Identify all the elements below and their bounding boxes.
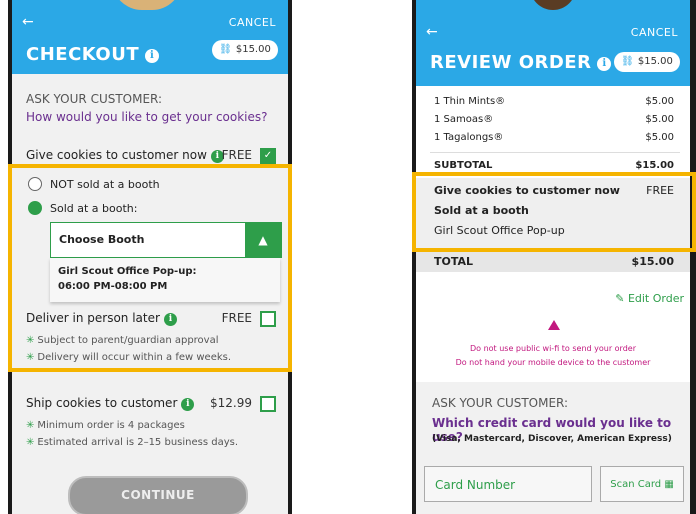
cart-button[interactable]: ⛓ $15.00 — [614, 52, 680, 72]
ask-label: ASK YOUR CUSTOMER: — [26, 92, 163, 106]
order-line: 1 Samoas® $5.00 — [434, 114, 674, 125]
warning-icon — [548, 320, 560, 330]
arrow-left-icon[interactable]: ← — [426, 24, 438, 40]
header: ← CANCEL CHECKOUT i ⛓ $15.00 — [12, 0, 288, 74]
order-line: 1 Tagalongs® $5.00 — [434, 132, 674, 143]
order-line: 1 Thin Mints® $5.00 — [434, 96, 674, 107]
subtotal-row: SUBTOTAL $15.00 — [434, 160, 674, 171]
truck-icon: ⛓ — [621, 56, 634, 67]
ship-note: ✳ Estimated arrival is 2–15 business days… — [26, 437, 239, 448]
highlight-box — [412, 172, 696, 252]
page-title: CHECKOUT i — [26, 44, 160, 65]
warning-text: Do not use public wi-fi to send your ord… — [469, 344, 636, 353]
edit-order-link[interactable]: ✎ Edit Order — [615, 292, 684, 305]
ask-label: ASK YOUR CUSTOMER: — [432, 396, 569, 410]
card-types: (Visa, Mastercard, Discover, American Ex… — [432, 434, 672, 444]
continue-button[interactable]: CONTINUE — [68, 476, 248, 514]
give-now-label: Give cookies to customer now i — [26, 148, 224, 163]
scan-icon: ▦ — [664, 479, 674, 490]
ship-price: $12.99 — [210, 396, 252, 410]
cart-button[interactable]: ⛓ $15.00 — [212, 40, 278, 60]
warning-text: Do not hand your mobile device to the cu… — [455, 358, 651, 367]
total-row: TOTAL $15.00 — [416, 250, 690, 272]
cancel-button[interactable]: CANCEL — [631, 26, 678, 39]
cookie-image — [530, 0, 576, 10]
info-icon[interactable]: i — [597, 57, 612, 71]
ship-label: Ship cookies to customer i — [26, 396, 195, 411]
scan-card-button[interactable]: Scan Card ▦ — [600, 466, 684, 502]
cart-total: $15.00 — [637, 56, 673, 67]
asterisk-icon: ✳ — [26, 420, 35, 431]
arrow-left-icon[interactable]: ← — [22, 14, 34, 30]
page-title: REVIEW ORDER i — [430, 52, 612, 73]
ship-checkbox[interactable] — [260, 396, 276, 412]
asterisk-icon: ✳ — [26, 437, 35, 448]
card-number-input[interactable]: Card Number — [424, 466, 592, 502]
cookie-image — [112, 0, 182, 10]
header: ← CANCEL REVIEW ORDER i ⛓ $15.00 — [416, 0, 690, 86]
give-now-checkbox[interactable]: ✓ — [260, 148, 276, 164]
device-frame-right — [690, 0, 696, 514]
cancel-button[interactable]: CANCEL — [229, 16, 276, 29]
payment-section: ASK YOUR CUSTOMER: Which credit card wou… — [416, 382, 690, 514]
info-icon[interactable]: i — [181, 398, 195, 411]
truck-icon: ⛓ — [219, 44, 232, 55]
highlight-box — [8, 164, 292, 372]
ship-note: ✳ Minimum order is 4 packages — [26, 420, 185, 431]
cart-total: $15.00 — [235, 44, 271, 55]
review-screen: ← CANCEL REVIEW ORDER i ⛓ $15.00 1 Thin Mi… — [416, 0, 690, 514]
delivery-question: How would you like to get your cookies? — [26, 110, 268, 124]
review-body: 1 Thin Mints® $5.00 1 Samoas® $5.00 1 Taga… — [416, 86, 690, 514]
info-icon[interactable]: i — [145, 49, 160, 63]
pencil-icon: ✎ — [615, 292, 625, 305]
divider — [430, 152, 680, 153]
give-now-price: FREE — [221, 148, 252, 162]
